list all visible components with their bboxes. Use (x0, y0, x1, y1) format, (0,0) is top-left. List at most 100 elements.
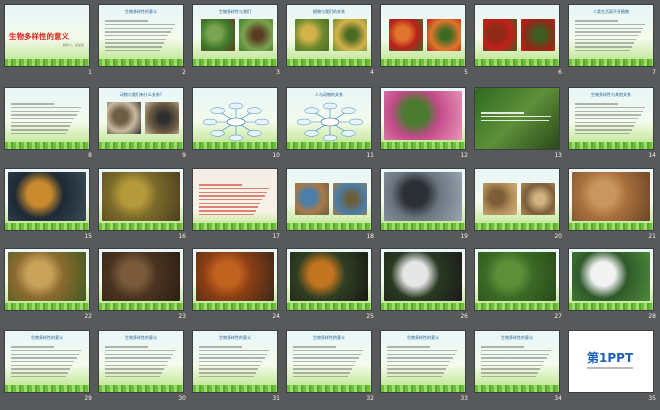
slide-number: 2 (182, 69, 186, 76)
slide-title: 动物与我们有什么关系? (119, 92, 163, 97)
slide-photo (295, 19, 329, 51)
grass-decoration (193, 59, 277, 66)
slide-thumbnail-4[interactable]: 植物与我们的关系 (286, 4, 372, 67)
grass-decoration (5, 223, 89, 230)
slide-thumbnail-28[interactable] (568, 248, 654, 311)
slide-thumbnail-7[interactable]: 人类生活离不开植物 (568, 4, 654, 67)
slide-number: 34 (554, 395, 562, 402)
grass-decoration (381, 59, 465, 66)
slide-photo (107, 102, 141, 134)
slide-thumbnail-18[interactable] (286, 168, 372, 231)
slide-number: 28 (648, 313, 656, 320)
slide-body-text (293, 344, 365, 379)
grass-decoration (99, 142, 183, 149)
slide-photo (145, 102, 179, 134)
slide-thumbnail-32[interactable]: 生物多样性的意义 (286, 330, 372, 393)
grass-decoration (381, 303, 465, 310)
slide-thumbnail-15[interactable] (4, 168, 90, 231)
slide-photo (384, 252, 462, 301)
slide-photo (384, 91, 462, 140)
slide-thumbnail-22[interactable] (4, 248, 90, 311)
slide-thumbnail-20[interactable] (474, 168, 560, 231)
slide-number: 33 (460, 395, 468, 402)
slide-photo (478, 252, 556, 301)
slide-title: 生物多样性的意义 (407, 335, 439, 340)
grass-decoration (569, 59, 653, 66)
slide-number: 19 (460, 233, 468, 240)
slide-photo (521, 183, 555, 215)
mindmap-diagram (296, 102, 364, 142)
slide-thumbnail-14[interactable]: 生物多样性与其他关系 (568, 87, 654, 150)
slide-photo (201, 19, 235, 51)
slide-thumbnail-3[interactable]: 生物多样性与我们 (192, 4, 278, 67)
slide-thumbnail-25[interactable] (286, 248, 372, 311)
slide-number: 31 (272, 395, 280, 402)
slide-thumbnail-24[interactable] (192, 248, 278, 311)
slide-thumbnail-6[interactable] (474, 4, 560, 67)
slide-thumbnail-26[interactable] (380, 248, 466, 311)
slide-number: 26 (460, 313, 468, 320)
slide-thumbnail-2[interactable]: 生物多样性的意义 (98, 4, 184, 67)
grass-decoration (381, 142, 465, 149)
grass-decoration (193, 303, 277, 310)
slide-number: 7 (652, 69, 656, 76)
grass-decoration (99, 385, 183, 392)
slide-thumbnail-29[interactable]: 生物多样性的意义 (4, 330, 90, 393)
slide-photo (483, 19, 517, 51)
slide-thumbnail-13[interactable] (474, 87, 560, 150)
slide-number: 8 (88, 152, 92, 159)
slide-photo (427, 19, 461, 51)
slide-thumbnail-11[interactable]: 人与动物的关系 (286, 87, 372, 150)
slide-thumbnail-17[interactable] (192, 168, 278, 231)
slide-thumbnail-12[interactable] (380, 87, 466, 150)
slide-number: 16 (178, 233, 186, 240)
slide-sorter-grid: 生物多样性的意义 制作人：某某某 1 生物多样性的意义 2 生物多样性与我们 3 植物与我们的… (2, 0, 660, 410)
slide-thumbnail-9[interactable]: 动物与我们有什么关系? (98, 87, 184, 150)
slide-number: 18 (366, 233, 374, 240)
grass-decoration (569, 142, 653, 149)
slide-thumbnail-31[interactable]: 生物多样性的意义 (192, 330, 278, 393)
slide-thumbnail-5[interactable] (380, 4, 466, 67)
slide-thumbnail-8[interactable] (4, 87, 90, 150)
slide-photo (384, 172, 462, 221)
slide-body-text (481, 110, 553, 123)
slide-body-text (11, 344, 83, 379)
grass-decoration (287, 223, 371, 230)
slide-body-text (11, 101, 83, 136)
slide-body-text (481, 344, 553, 379)
slide-number: 9 (182, 152, 186, 159)
slide-thumbnail-16[interactable] (98, 168, 184, 231)
slide-photo (8, 172, 86, 221)
slide-number: 12 (460, 152, 468, 159)
slide-number: 27 (554, 313, 562, 320)
slide-number: 30 (178, 395, 186, 402)
logo: 第1PPT (579, 341, 643, 381)
slide-photo (572, 172, 650, 221)
slide-number: 6 (558, 69, 562, 76)
slide-photo (333, 183, 367, 215)
slide-photo (483, 183, 517, 215)
grass-decoration (99, 303, 183, 310)
slide-thumbnail-21[interactable] (568, 168, 654, 231)
slide-thumbnail-33[interactable]: 生物多样性的意义 (380, 330, 466, 393)
slide-number: 10 (272, 152, 280, 159)
slide-body-text (105, 18, 177, 53)
slide-thumbnail-19[interactable] (380, 168, 466, 231)
slide-thumbnail-34[interactable]: 生物多样性的意义 (474, 330, 560, 393)
grass-decoration (287, 59, 371, 66)
slide-thumbnail-1[interactable]: 生物多样性的意义 制作人：某某某 (4, 4, 90, 67)
slide-thumbnail-35[interactable]: 第1PPT (568, 330, 654, 393)
slide-thumbnail-30[interactable]: 生物多样性的意义 (98, 330, 184, 393)
slide-number: 25 (366, 313, 374, 320)
slide-photo (8, 252, 86, 301)
grass-decoration (475, 223, 559, 230)
slide-number: 23 (178, 313, 186, 320)
slide-number: 24 (272, 313, 280, 320)
slide-photo (572, 252, 650, 301)
slide-number: 3 (276, 69, 280, 76)
slide-thumbnail-27[interactable] (474, 248, 560, 311)
grass-decoration (5, 142, 89, 149)
slide-thumbnail-10[interactable] (192, 87, 278, 150)
slide-subtitle: 制作人：某某某 (62, 43, 84, 47)
slide-thumbnail-23[interactable] (98, 248, 184, 311)
